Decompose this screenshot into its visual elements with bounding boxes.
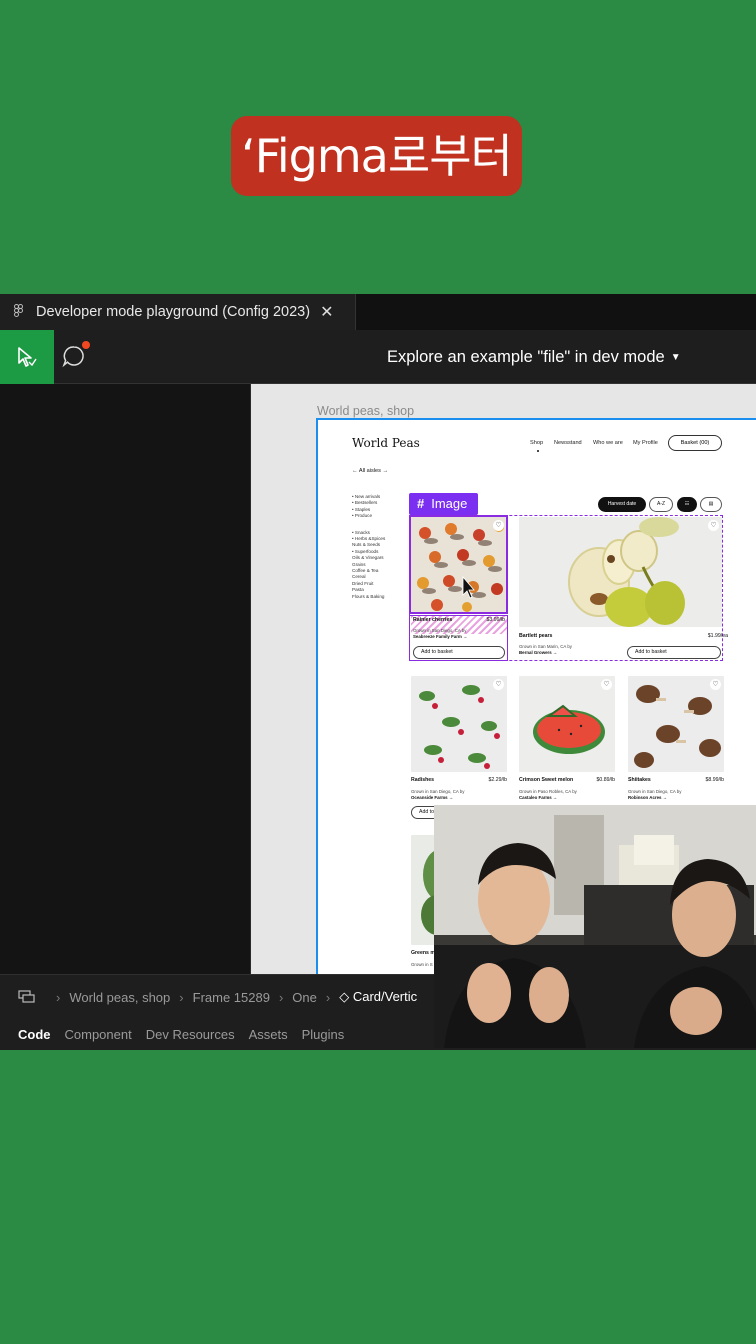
product-image[interactable]: ♡ [628,676,724,772]
product-card[interactable]: ♡ Shiitakes $8.99/lb Grown in San Diego,… [628,676,724,806]
product-price: $1.99/ea [707,633,728,639]
move-tool-button[interactable] [0,330,54,384]
product-name: Crimson Sweet melon [519,777,574,783]
favorite-heart-icon[interactable]: ♡ [493,679,504,690]
breadcrumb-item[interactable]: Frame 15289 [193,990,270,1005]
comment-tool-button[interactable] [62,341,90,370]
product-grown: Grown in S [411,962,433,967]
product-price: $8.99/lb [705,777,724,783]
tab-dev-resources[interactable]: Dev Resources [146,1027,235,1050]
card-outline [409,615,508,661]
nav-shop[interactable]: Shop [530,440,543,452]
filter-a-z[interactable]: A-Z [649,497,673,512]
chevron-right-icon: › [278,989,284,1005]
nav-newsstand[interactable]: Newsstand [554,440,582,446]
grid-view-toggle[interactable]: ☷ [677,497,697,512]
chevron-down-icon: ▼ [670,352,681,363]
category-list: • New arrivals • Bestsellers • Staples •… [352,494,412,600]
add-to-basket-button[interactable]: Add to basket [627,646,721,659]
category-item[interactable]: • Produce [352,513,412,519]
product-image[interactable]: ♡ [519,676,615,772]
notification-dot [82,341,90,349]
explore-label: Explore an example "file" in dev mode [387,348,665,366]
all-aisles-link[interactable]: ← All aisles → [352,468,388,474]
favorite-heart-icon[interactable]: ♡ [708,520,719,531]
product-name: Radishes [411,777,435,783]
panel-tabs: Code Component Dev Resources Assets Plug… [0,1027,344,1050]
frame-icon: # [417,496,425,511]
product-image[interactable]: ♡ [519,517,722,627]
product-farm-link[interactable]: Robinson Acres → [628,795,667,800]
product-name: Shiitakes [628,777,651,783]
image-layer-tag: # Image [409,493,478,515]
product-card[interactable]: ♡ Radishes $2.29/lb Grown in San Diego, … [411,676,507,826]
product-card[interactable]: ♡ Bartlett pears $1.99/ea Grown in San M… [519,517,728,661]
product-price: $0.89/lb [596,777,615,783]
product-card[interactable]: ♡ Crimson Sweet melon $0.89/lb Grown in … [519,676,615,806]
file-tab[interactable]: Developer mode playground (Config 2023) … [0,294,356,330]
nav-who-we-are[interactable]: Who we are [593,440,623,446]
explore-dropdown[interactable]: Explore an example "file" in dev mode ▼ [387,330,681,384]
toolbar: Explore an example "file" in dev mode ▼ [0,330,756,384]
tab-bar: Developer mode playground (Config 2023) … [0,294,756,330]
layers-icon[interactable] [18,990,36,1004]
layers-panel [0,384,251,974]
product-name: Greens m [411,950,435,956]
tab-title: Developer mode playground (Config 2023) [36,304,311,320]
chevron-right-icon: › [56,989,61,1005]
product-name: Bartlett pears [519,633,553,639]
category-item[interactable]: Flours & Baking [352,594,412,600]
cursor-icon [18,347,37,367]
product-grown: Grown in San Marin, CA by [519,644,572,649]
caption-banner: ‘Figma로부터 [231,116,522,196]
chevron-right-icon: › [325,989,331,1005]
frame-label[interactable]: World peas, shop [317,404,414,418]
tab-assets[interactable]: Assets [249,1027,288,1050]
product-farm-link[interactable]: Bernal Growers → [519,650,557,655]
add-to-basket-label: Add to [419,809,434,815]
tab-code[interactable]: Code [18,1027,51,1050]
product-grown: Grown in San Diego, CA by [411,789,465,794]
basket-button[interactable]: Basket (00) [668,435,722,451]
product-farm-link[interactable]: Castaleo Farms → [519,795,557,800]
basket-label: Basket (00) [680,440,710,446]
favorite-heart-icon[interactable]: ♡ [710,679,721,690]
filter-harvest-date[interactable]: Harvest date [598,497,646,512]
webcam-overlay [434,805,756,1048]
list-view-toggle[interactable]: ▤ [700,497,722,512]
add-to-basket-label: Add to basket [635,649,667,655]
product-price: $2.29/lb [488,777,507,783]
favorite-heart-icon[interactable]: ♡ [601,679,612,690]
breadcrumb-item[interactable]: World peas, shop [69,990,170,1005]
nav-my-profile[interactable]: My Profile [633,440,658,446]
image-tag-label: Image [431,496,468,511]
tab-component[interactable]: Component [65,1027,132,1050]
tab-plugins[interactable]: Plugins [302,1027,345,1050]
site-logo[interactable]: World Peas [352,436,420,450]
chevron-right-icon: › [179,989,184,1005]
breadcrumb-current[interactable]: ◇ Card/Vertic [339,989,417,1005]
close-icon[interactable]: ✕ [320,302,333,322]
product-image[interactable]: ♡ [411,676,507,772]
figma-icon [14,304,26,320]
product-farm-link[interactable]: Oceanside Farms → [411,795,453,800]
breadcrumb-item[interactable]: One [292,990,317,1005]
product-grown: Grown in San Diego, CA by [628,789,682,794]
product-grown: Grown in Paso Robles, CA by [519,789,577,794]
